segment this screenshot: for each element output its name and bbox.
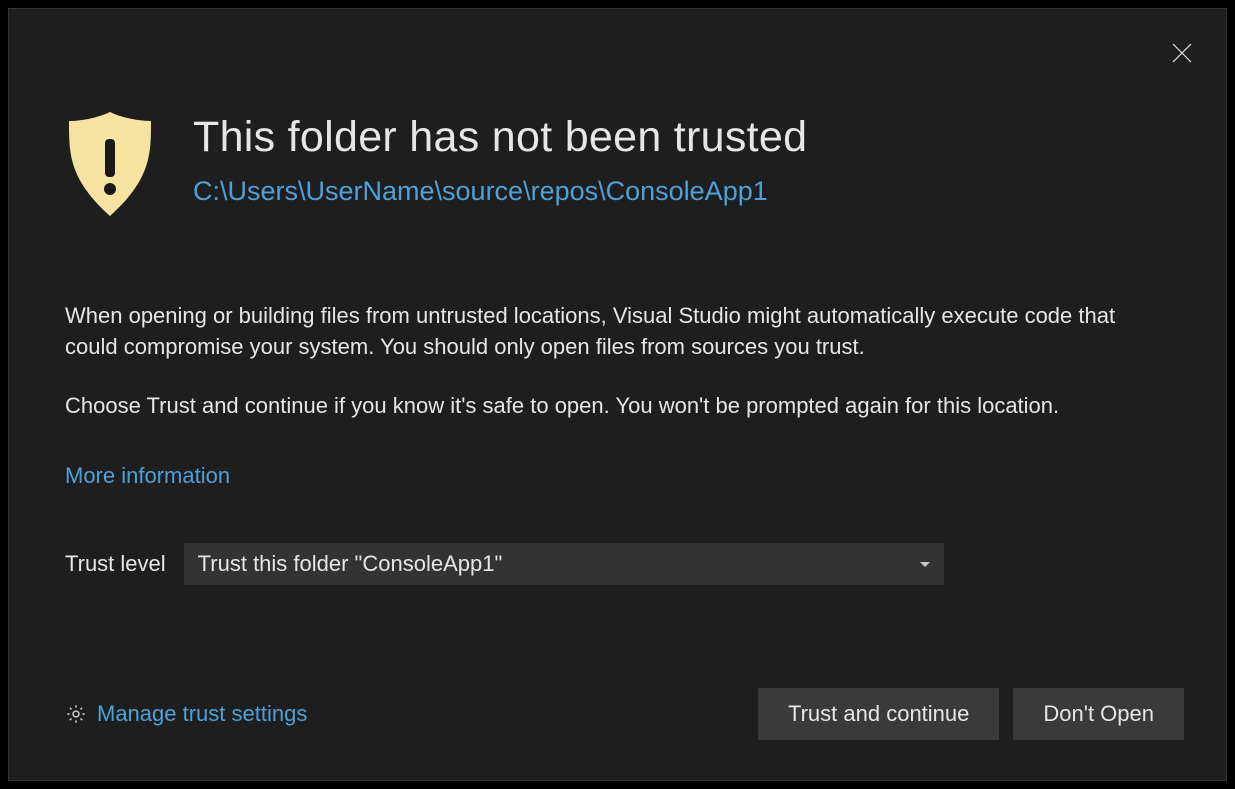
trust-level-row: Trust level Trust this folder "ConsoleAp… (65, 543, 1170, 585)
dialog-header: This folder has not been trusted C:\User… (9, 9, 1226, 219)
trust-dialog: This folder has not been trusted C:\User… (8, 8, 1227, 781)
dialog-body: When opening or building files from untr… (9, 219, 1226, 585)
trust-level-label: Trust level (65, 551, 166, 577)
manage-trust-settings-link[interactable]: Manage trust settings (65, 701, 307, 727)
gear-icon (65, 703, 87, 725)
instruction-text: Choose Trust and continue if you know it… (65, 391, 1170, 422)
close-button[interactable] (1166, 37, 1198, 69)
folder-path: C:\Users\UserName\source\repos\ConsoleAp… (193, 176, 807, 207)
dialog-title: This folder has not been trusted (193, 113, 807, 162)
chevron-down-icon (920, 562, 930, 567)
dialog-footer: Manage trust settings Trust and continue… (65, 688, 1184, 740)
trust-level-select[interactable]: Trust this folder "ConsoleApp1" (184, 543, 944, 585)
manage-trust-settings-label: Manage trust settings (97, 701, 307, 727)
trust-level-selected-value: Trust this folder "ConsoleApp1" (198, 551, 503, 577)
dont-open-button[interactable]: Don't Open (1013, 688, 1184, 740)
trust-and-continue-button[interactable]: Trust and continue (758, 688, 999, 740)
shield-warning-icon (65, 109, 155, 219)
action-buttons: Trust and continue Don't Open (758, 688, 1184, 740)
close-icon (1170, 41, 1194, 65)
more-information-link[interactable]: More information (65, 463, 230, 489)
warning-description: When opening or building files from untr… (65, 301, 1170, 363)
